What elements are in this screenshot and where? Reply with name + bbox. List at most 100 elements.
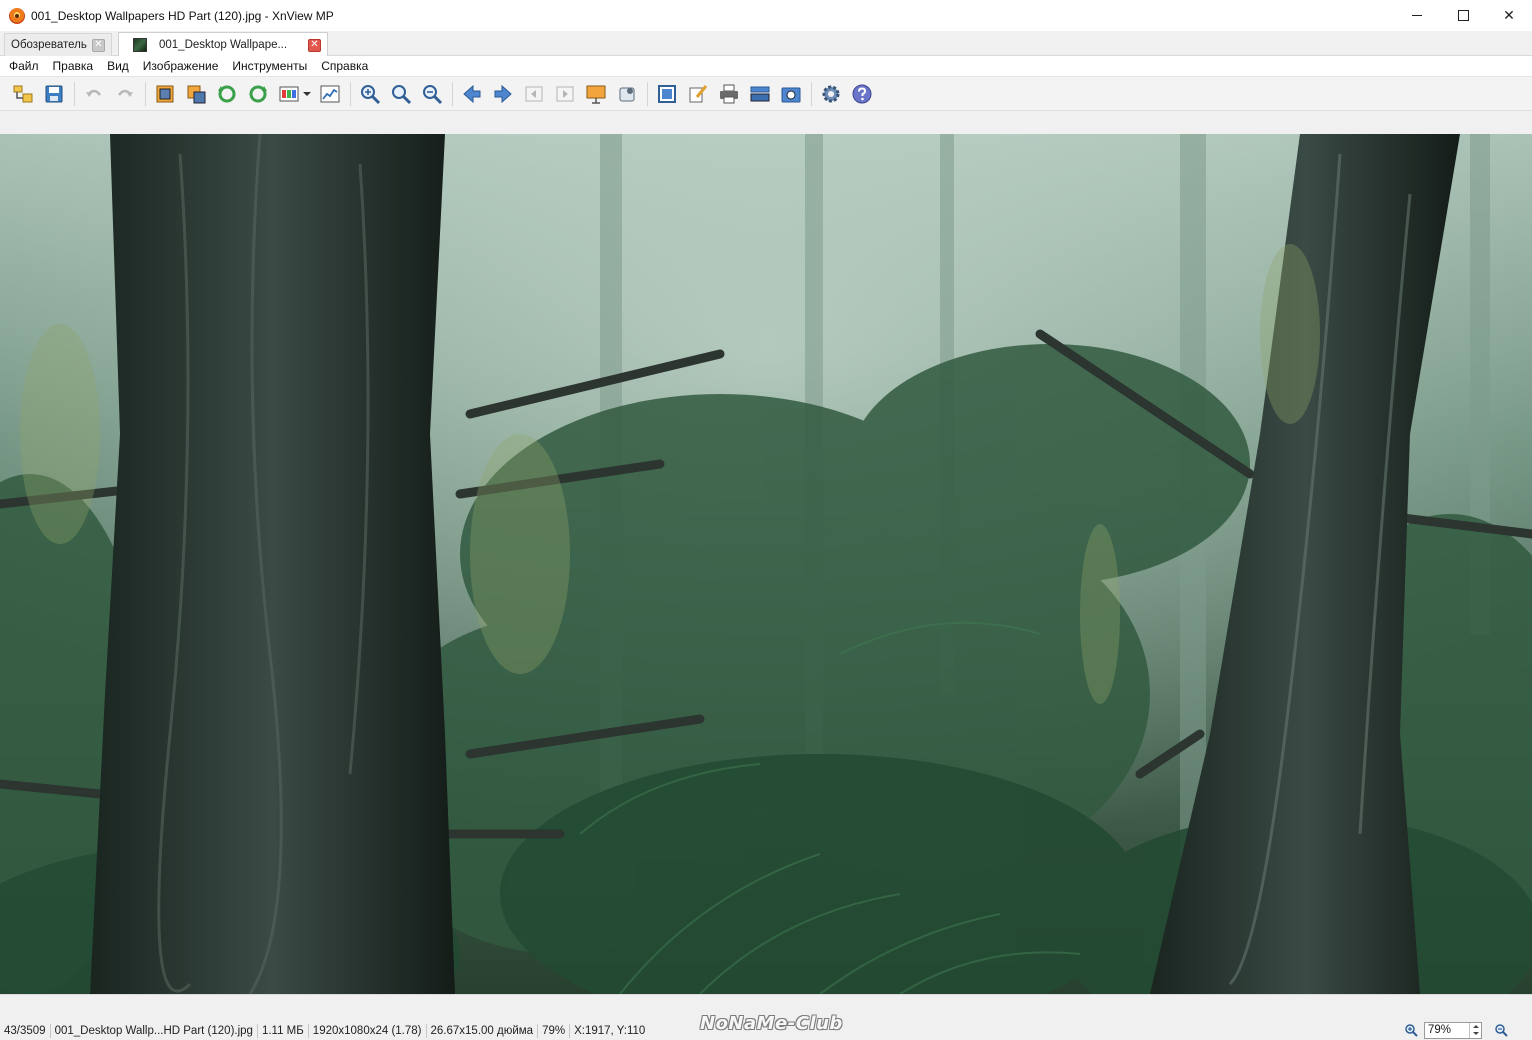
crop-button[interactable] <box>152 81 178 107</box>
last-page-button[interactable] <box>552 81 578 107</box>
levels-button[interactable] <box>317 81 343 107</box>
edit-icon <box>689 84 708 102</box>
zoom-out-icon <box>423 84 443 104</box>
zoom-in-small-icon <box>1405 1024 1418 1037</box>
toolbar-separator <box>350 81 351 106</box>
save-button[interactable] <box>41 81 67 107</box>
status-filesize: 1.11 МБ <box>258 1024 309 1038</box>
toolbar-separator <box>452 81 453 106</box>
scan-button[interactable] <box>747 81 773 107</box>
previous-button[interactable] <box>459 81 485 107</box>
zoom-level-value: 79% <box>1428 1024 1452 1036</box>
menu-view[interactable]: Вид <box>100 59 136 73</box>
first-page-button[interactable] <box>521 81 547 107</box>
zoom-in-icon <box>361 84 381 104</box>
xnview-logo-icon <box>9 7 25 24</box>
menu-file[interactable]: Файл <box>2 59 46 73</box>
rotate-right-icon <box>249 85 267 102</box>
tab-browser[interactable]: Обозреватель ✕ <box>4 33 112 56</box>
forest-photo <box>0 134 1532 994</box>
toolbar-separator <box>145 81 146 106</box>
slideshow-button[interactable] <box>583 81 609 107</box>
zoom-level-input[interactable]: 79% <box>1424 1021 1482 1039</box>
toolbar-separator <box>647 81 648 106</box>
image-thumbnail-icon <box>133 38 147 52</box>
tab-image-label: 001_Desktop Wallpape... <box>159 39 288 51</box>
status-zoom: 79% <box>538 1024 571 1038</box>
image-viewer[interactable] <box>0 134 1532 994</box>
fit-window-icon <box>658 84 676 103</box>
browser-button[interactable] <box>10 81 36 107</box>
undo-icon <box>86 89 101 97</box>
capture-icon <box>781 87 801 102</box>
tab-browser-label: Обозреватель <box>11 39 87 51</box>
menu-bar: Файл Правка Вид Изображение Инструменты … <box>0 56 1532 76</box>
maximize-button[interactable] <box>1440 0 1486 31</box>
edit-button[interactable] <box>685 81 711 107</box>
status-dimensions: 1920x1080x24 (1.78) <box>309 1024 427 1038</box>
browser-icon <box>13 85 33 102</box>
status-coords: X:1917, Y:110 <box>574 1025 646 1037</box>
tab-image-close-icon[interactable]: ✕ <box>308 38 321 52</box>
next-button[interactable] <box>490 81 516 107</box>
menu-image[interactable]: Изображение <box>136 59 226 73</box>
adjust-colors-button[interactable] <box>276 81 302 107</box>
rotate-left-button[interactable] <box>214 81 240 107</box>
fit-window-button[interactable] <box>654 81 680 107</box>
minimize-button[interactable] <box>1394 0 1440 31</box>
close-window-button[interactable]: ✕ <box>1486 0 1532 31</box>
menu-edit[interactable]: Правка <box>46 59 101 73</box>
tab-bar: Обозреватель ✕ 001_Desktop Wallpape... ✕ <box>0 31 1532 57</box>
print-button[interactable] <box>716 81 742 107</box>
spin-down-icon[interactable] <box>1472 1032 1479 1036</box>
status-print-size: 26.67x15.00 дюйма <box>427 1024 539 1038</box>
previous-icon <box>463 84 481 103</box>
tab-image[interactable]: 001_Desktop Wallpape... ✕ <box>118 32 328 57</box>
help-icon <box>852 84 872 103</box>
adjust-colors-dropdown[interactable] <box>303 81 311 107</box>
redo-icon <box>118 89 133 97</box>
spin-up-icon[interactable] <box>1472 1024 1479 1028</box>
settings-icon <box>822 85 840 102</box>
resize-icon <box>187 85 206 103</box>
redo-button[interactable] <box>112 81 138 107</box>
capture-button[interactable] <box>778 81 804 107</box>
zoom-out-button[interactable] <box>419 81 445 107</box>
zoom-spinner[interactable] <box>1469 1022 1481 1038</box>
zoom-control: 79% <box>1402 1021 1510 1039</box>
fullscreen-button[interactable] <box>614 81 640 107</box>
fullscreen-icon <box>619 87 635 101</box>
menu-tools[interactable]: Инструменты <box>225 59 314 73</box>
status-filename: 001_Desktop Wallp...HD Part (120).jpg <box>51 1024 258 1038</box>
status-info: 43/3509 001_Desktop Wallp...HD Part (120… <box>0 1023 649 1039</box>
zoom-in-button[interactable] <box>357 81 383 107</box>
tab-browser-close-icon[interactable]: ✕ <box>92 38 105 52</box>
menu-help[interactable]: Справка <box>314 59 375 73</box>
resize-button[interactable] <box>183 81 209 107</box>
image-index: 43/3509 <box>0 1024 51 1038</box>
window-title: 001_Desktop Wallpapers HD Part (120).jpg… <box>31 8 334 23</box>
zoom-out-small-button[interactable] <box>1492 1021 1510 1039</box>
zoom-100-button[interactable] <box>388 81 414 107</box>
crop-icon <box>156 85 174 102</box>
next-icon <box>494 84 512 103</box>
slideshow-icon <box>586 85 606 104</box>
title-bar: 001_Desktop Wallpapers HD Part (120).jpg… <box>0 0 1532 31</box>
window-controls: ✕ <box>1394 0 1532 31</box>
first-page-icon <box>525 86 543 101</box>
zoom-in-small-button[interactable] <box>1402 1021 1420 1039</box>
toolbar-gap <box>0 111 1532 134</box>
settings-button[interactable] <box>818 81 844 107</box>
rotate-right-button[interactable] <box>245 81 271 107</box>
watermark: NoNaMe-Club <box>700 1013 843 1034</box>
print-icon <box>720 84 738 103</box>
help-button[interactable] <box>849 81 875 107</box>
undo-button[interactable] <box>81 81 107 107</box>
scan-icon <box>750 86 770 101</box>
toolbar-separator <box>74 81 75 106</box>
toolbar <box>0 76 1532 111</box>
levels-icon <box>320 85 340 102</box>
adjust-colors-icon <box>279 86 299 101</box>
rotate-left-icon <box>218 85 236 102</box>
save-icon <box>45 85 63 102</box>
